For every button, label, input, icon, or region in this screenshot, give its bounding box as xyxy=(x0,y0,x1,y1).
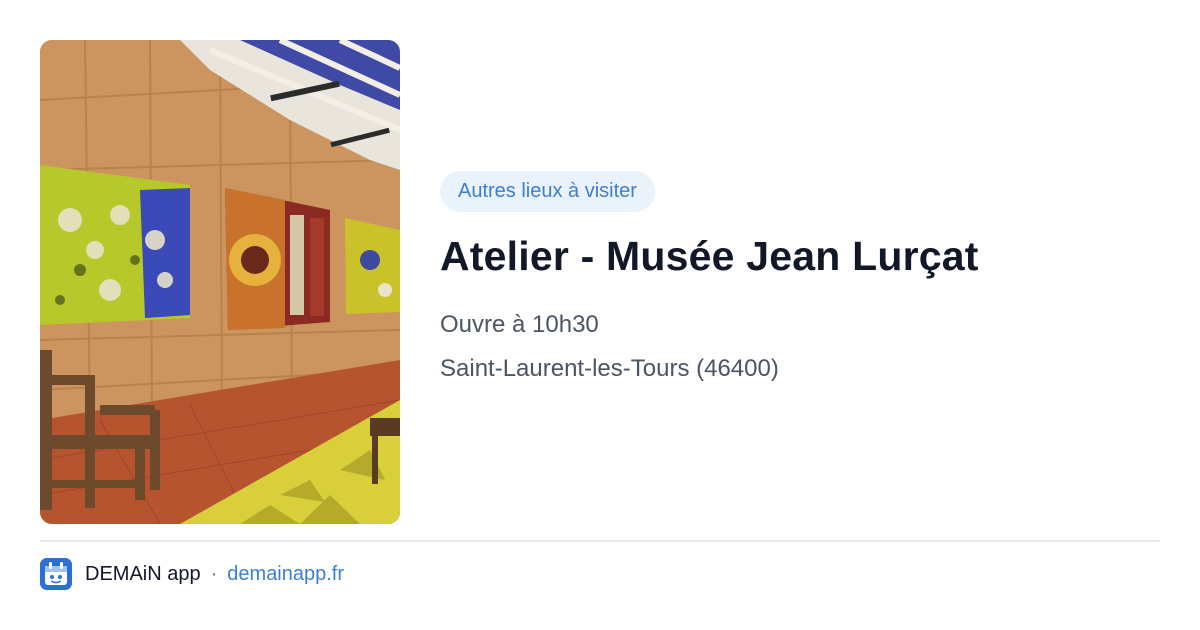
footer-divider xyxy=(40,540,1160,542)
app-name: DEMAiN app xyxy=(85,562,201,585)
place-location: Saint-Laurent-les-Tours (46400) xyxy=(440,355,779,382)
footer: DEMAiN app · demainapp.fr xyxy=(40,558,344,590)
opening-hours: Ouvre à 10h30 xyxy=(440,311,599,338)
place-photo xyxy=(40,40,400,524)
category-badge[interactable]: Autres lieux à visiter xyxy=(440,171,655,212)
demain-app-icon xyxy=(40,558,72,590)
place-info: Autres lieux à visiter Atelier - Musée J… xyxy=(440,171,1160,384)
app-website-link[interactable]: demainapp.fr xyxy=(227,563,344,586)
place-title: Atelier - Musée Jean Lurçat xyxy=(440,233,979,279)
footer-separator: · xyxy=(210,562,218,585)
